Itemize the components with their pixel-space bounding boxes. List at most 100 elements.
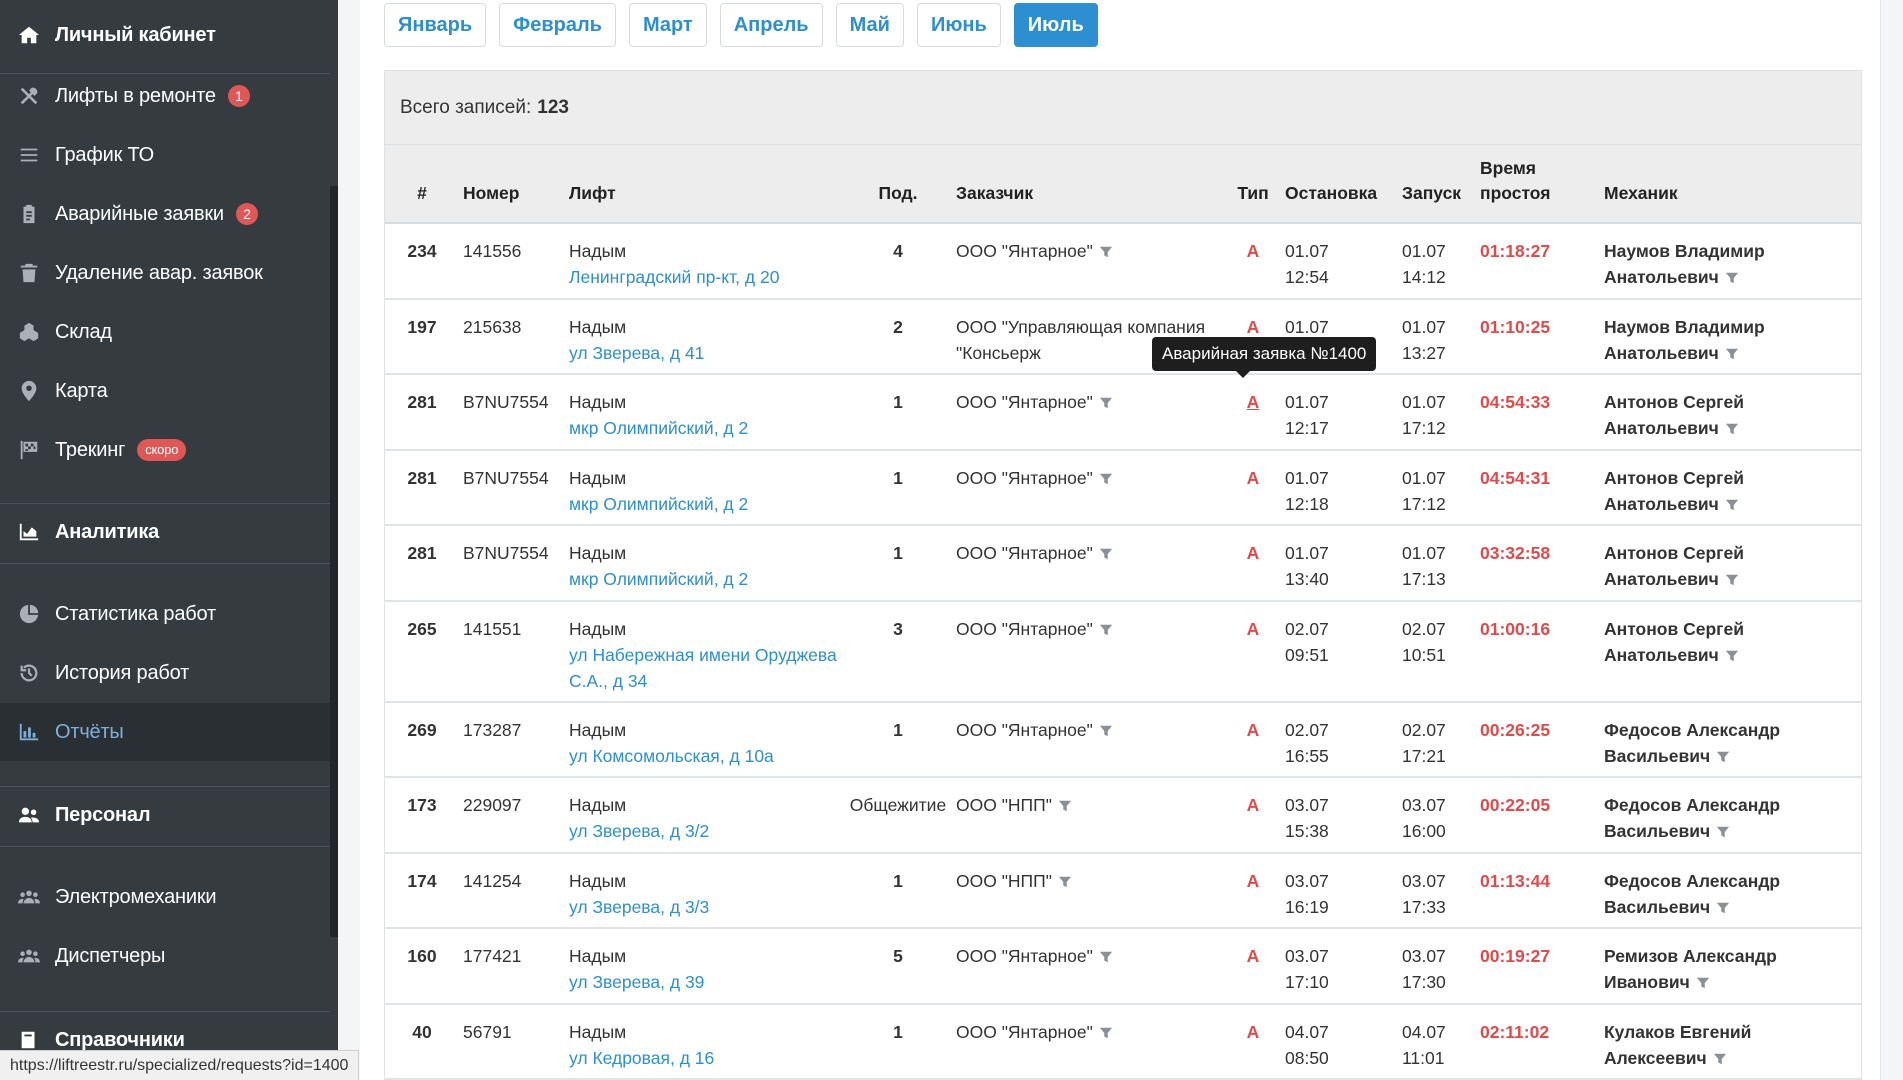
sidebar-item-work-stats[interactable]: Статистика работ [0,585,330,643]
lift-address-link[interactable]: ул Зверева, д 39 [569,969,844,995]
stop-date: 01.07 [1285,467,1329,488]
tab-june[interactable]: Июнь [916,3,1001,47]
cell-stop: 01.07 13:40 [1281,525,1398,602]
table-row: 265 141551 Надым ул Набережная имени Оруд… [385,600,1861,703]
sidebar-item-tracking[interactable]: Трекинг скоро [0,421,330,479]
sidebar-item-emergency[interactable]: Аварийные заявки 2 [0,185,330,243]
sidebar-item-repair[interactable]: Лифты в ремонте 1 [0,67,330,125]
emergency-request-link[interactable]: А [1247,317,1260,337]
cell-number: 141551 [459,600,569,703]
filter-icon[interactable] [1099,724,1113,738]
cell-mechanic: Наумов Владимир Анатольевич [1604,298,1861,375]
filter-icon[interactable] [1725,573,1739,587]
sidebar-item-work-history[interactable]: История работ [0,644,330,702]
col-customer[interactable]: Заказчик [952,145,1225,224]
lift-address-link[interactable]: ул Набережная имени Оруджева С.А., д 34 [569,642,844,694]
emergency-request-link[interactable]: А [1247,468,1260,488]
emergency-request-link[interactable]: А [1247,392,1260,412]
trash-icon [0,262,55,284]
filter-icon[interactable] [1716,750,1730,764]
filter-icon[interactable] [1058,799,1072,813]
col-entrance[interactable]: Под. [844,145,952,224]
col-idx[interactable]: # [385,145,459,224]
filter-icon[interactable] [1725,498,1739,512]
sidebar-home[interactable]: Личный кабинет [0,6,330,64]
cell-stop: 01.07 12:17 [1281,374,1398,451]
lift-address-link[interactable]: ул Кедровая, д 16 [569,1045,844,1071]
sidebar-item-warehouse[interactable]: Склад [0,303,330,361]
col-downtime-line2: простоя [1480,183,1551,203]
filter-icon[interactable] [1058,875,1072,889]
table-body: 234 141556 Надым Ленинградский пр-кт, д 2… [385,223,1861,1080]
sidebar-item-map[interactable]: Карта [0,362,330,420]
start-date: 01.07 [1402,467,1446,488]
col-start[interactable]: Запуск [1398,145,1480,224]
emergency-request-link[interactable]: А [1247,946,1260,966]
sidebar-item-mechanics[interactable]: Электромеханики [0,868,330,926]
sidebar-item-delete-requests[interactable]: Удаление авар. заявок [0,244,330,302]
filter-icon[interactable] [1099,472,1113,486]
filter-icon[interactable] [1725,422,1739,436]
cell-start: 03.07 17:33 [1398,852,1480,929]
cell-mechanic: Антонов Сергей Анатольевич [1604,449,1861,526]
col-downtime[interactable]: Время простоя [1480,145,1604,224]
sidebar-item-dispatchers[interactable]: Диспетчеры [0,927,330,985]
emergency-request-link[interactable]: А [1247,543,1260,563]
filter-icon[interactable] [1099,1026,1113,1040]
book-icon [0,1029,55,1051]
stop-time: 15:38 [1285,821,1329,841]
stop-date: 03.07 [1285,870,1329,891]
filter-icon[interactable] [1725,347,1739,361]
col-number[interactable]: Номер [459,145,569,224]
page-scrollbar[interactable] [1880,0,1903,1080]
filter-icon[interactable] [1716,901,1730,915]
lift-address-link[interactable]: мкр Олимпийский, д 2 [569,415,844,441]
sidebar-item-label: История работ [55,661,190,684]
tab-january[interactable]: Январь [384,3,487,47]
col-mechanic[interactable]: Механик [1604,145,1861,224]
filter-icon[interactable] [1725,271,1739,285]
filter-icon[interactable] [1099,547,1113,561]
filter-icon[interactable] [1713,1052,1727,1066]
section-label: Справочники [55,1028,185,1051]
lift-address-link[interactable]: ул Комсомольская, д 10а [569,743,844,769]
lift-address-link[interactable]: ул Зверева, д 41 [569,340,844,366]
emergency-request-link[interactable]: А [1247,795,1260,815]
col-stop[interactable]: Остановка [1281,145,1398,224]
lift-address-link[interactable]: ул Зверева, д 3/3 [569,894,844,920]
lift-address-link[interactable]: Ленинградский пр-кт, д 20 [569,264,844,290]
tab-february[interactable]: Февраль [499,3,616,47]
sidebar-section-analytics[interactable]: Аналитика [0,503,330,561]
filter-icon[interactable] [1696,976,1710,990]
start-time: 17:33 [1402,896,1446,917]
filter-icon[interactable] [1099,950,1113,964]
emergency-request-link[interactable]: А [1247,720,1260,740]
emergency-count-badge: 2 [235,203,258,225]
filter-icon[interactable] [1716,825,1730,839]
tab-july[interactable]: Июль [1013,3,1098,47]
cell-mechanic: Антонов Сергей Анатольевич [1604,374,1861,451]
filter-icon[interactable] [1099,623,1113,637]
sidebar-scrollbar[interactable] [330,186,338,937]
emergency-request-link[interactable]: А [1247,241,1260,261]
filter-icon[interactable] [1725,649,1739,663]
tab-may[interactable]: Май [835,3,904,47]
emergency-request-link[interactable]: А [1247,619,1260,639]
lift-address-link[interactable]: ул Зверева, д 3/2 [569,818,844,844]
tab-april[interactable]: Апрель [719,3,823,47]
filter-icon[interactable] [1099,396,1113,410]
sidebar-item-reports[interactable]: Отчёты [0,703,330,761]
col-type[interactable]: Тип [1225,145,1281,224]
cell-stop: 04.07 08:50 [1281,1003,1398,1080]
lift-address-link[interactable]: мкр Олимпийский, д 2 [569,491,844,517]
col-lift[interactable]: Лифт [569,145,844,224]
sidebar-item-schedule[interactable]: График ТО [0,126,330,184]
filter-icon[interactable] [1099,245,1113,259]
emergency-request-link[interactable]: А [1247,1022,1260,1042]
emergency-request-link[interactable]: А [1247,871,1260,891]
users-icon [0,945,55,967]
sidebar-section-personnel[interactable]: Персонал [0,786,330,844]
lift-address-link[interactable]: мкр Олимпийский, д 2 [569,566,844,592]
start-date: 03.07 [1402,946,1446,966]
tab-march[interactable]: Март [628,3,707,47]
